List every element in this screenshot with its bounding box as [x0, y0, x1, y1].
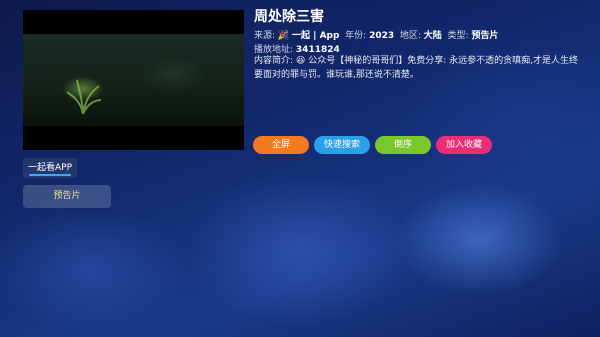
region-value: 大陆	[423, 31, 442, 41]
region-label: 地区:	[399, 31, 421, 41]
year-label: 年份:	[345, 31, 367, 41]
video-player[interactable]	[23, 10, 244, 150]
fullscreen-button[interactable]: 全屏	[253, 136, 309, 154]
source-label: 来源:	[254, 31, 276, 41]
year-value: 2023	[369, 31, 395, 41]
source-tab-label: 一起看APP	[27, 163, 72, 173]
laugh-icon: 😆	[295, 56, 306, 66]
type-value: 预告片	[471, 31, 499, 41]
video-title: 周处除三害	[254, 9, 324, 25]
source-value: 一起 | App	[292, 31, 340, 41]
quick-search-button[interactable]: 快速搜索	[314, 136, 370, 154]
episode-button[interactable]: 预告片	[23, 185, 111, 208]
source-tab-indicator	[29, 174, 71, 176]
meta-line: 来源: 🎉 一起 | App 年份: 2023 地区: 大陆 类型: 预告片	[254, 28, 498, 41]
source-tab[interactable]: 一起看APP	[23, 158, 77, 178]
plant-silhouette	[66, 79, 102, 114]
reverse-order-button[interactable]: 倒序	[375, 136, 431, 154]
party-icon: 🎉	[277, 31, 290, 41]
description-label: 内容简介:	[254, 56, 294, 66]
description: 内容简介: 😆 公众号【神秘的哥哥们】免费分享: 永远参不透的贪嗔痴,才是人生终…	[254, 54, 584, 82]
type-label: 类型:	[447, 31, 469, 41]
add-favorite-button[interactable]: 加入收藏	[436, 136, 492, 154]
video-frame	[23, 34, 244, 126]
